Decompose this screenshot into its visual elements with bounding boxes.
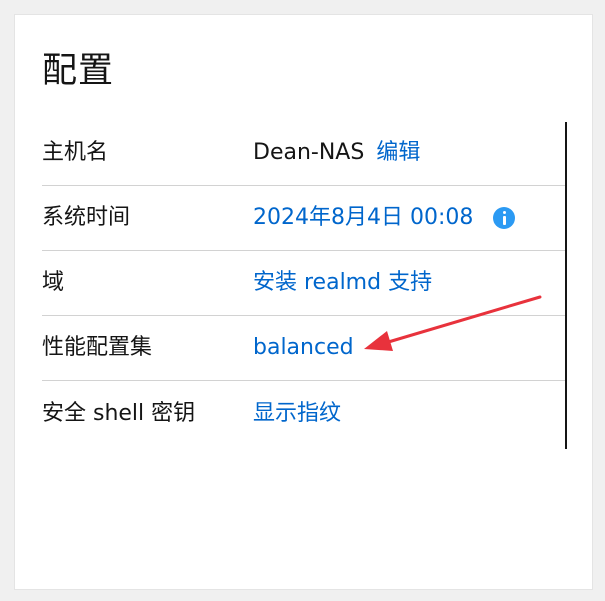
performance-profile-value-group: balanced: [253, 334, 354, 362]
hostname-value: Dean-NAS: [253, 140, 365, 165]
configuration-card: 配置 主机名 Dean-NAS 编辑 系统时间 2024年8月4日 00:08 …: [14, 14, 593, 590]
row-performance-profile: 性能配置集 balanced: [42, 316, 565, 381]
ssh-keys-label: 安全 shell 密钥: [42, 400, 196, 426]
scrollbar-track[interactable]: [565, 122, 567, 449]
config-list: 主机名 Dean-NAS 编辑 系统时间 2024年8月4日 00:08 域 安…: [42, 121, 565, 446]
ssh-keys-value-group: 显示指纹: [253, 400, 341, 428]
performance-profile-label: 性能配置集: [42, 335, 153, 360]
row-system-time: 系统时间 2024年8月4日 00:08: [42, 186, 565, 251]
domain-label: 域: [42, 270, 65, 295]
system-time-label: 系统时间: [42, 205, 131, 230]
row-ssh-keys: 安全 shell 密钥 显示指纹: [42, 381, 565, 446]
system-time-link[interactable]: 2024年8月4日 00:08: [253, 204, 473, 232]
edit-hostname-link[interactable]: 编辑: [376, 139, 420, 167]
system-time-value-group: 2024年8月4日 00:08: [253, 204, 516, 232]
row-hostname: 主机名 Dean-NAS 编辑: [42, 121, 565, 186]
info-icon[interactable]: [493, 207, 516, 229]
card-title: 配置: [42, 51, 115, 91]
row-domain: 域 安装 realmd 支持: [42, 251, 565, 316]
hostname-value-group: Dean-NAS 编辑: [253, 139, 420, 167]
performance-profile-link[interactable]: balanced: [253, 334, 354, 362]
show-fingerprints-link[interactable]: 显示指纹: [253, 400, 341, 428]
hostname-label: 主机名: [42, 140, 109, 165]
install-realmd-link[interactable]: 安装 realmd 支持: [253, 269, 432, 297]
domain-value-group: 安装 realmd 支持: [253, 269, 432, 297]
